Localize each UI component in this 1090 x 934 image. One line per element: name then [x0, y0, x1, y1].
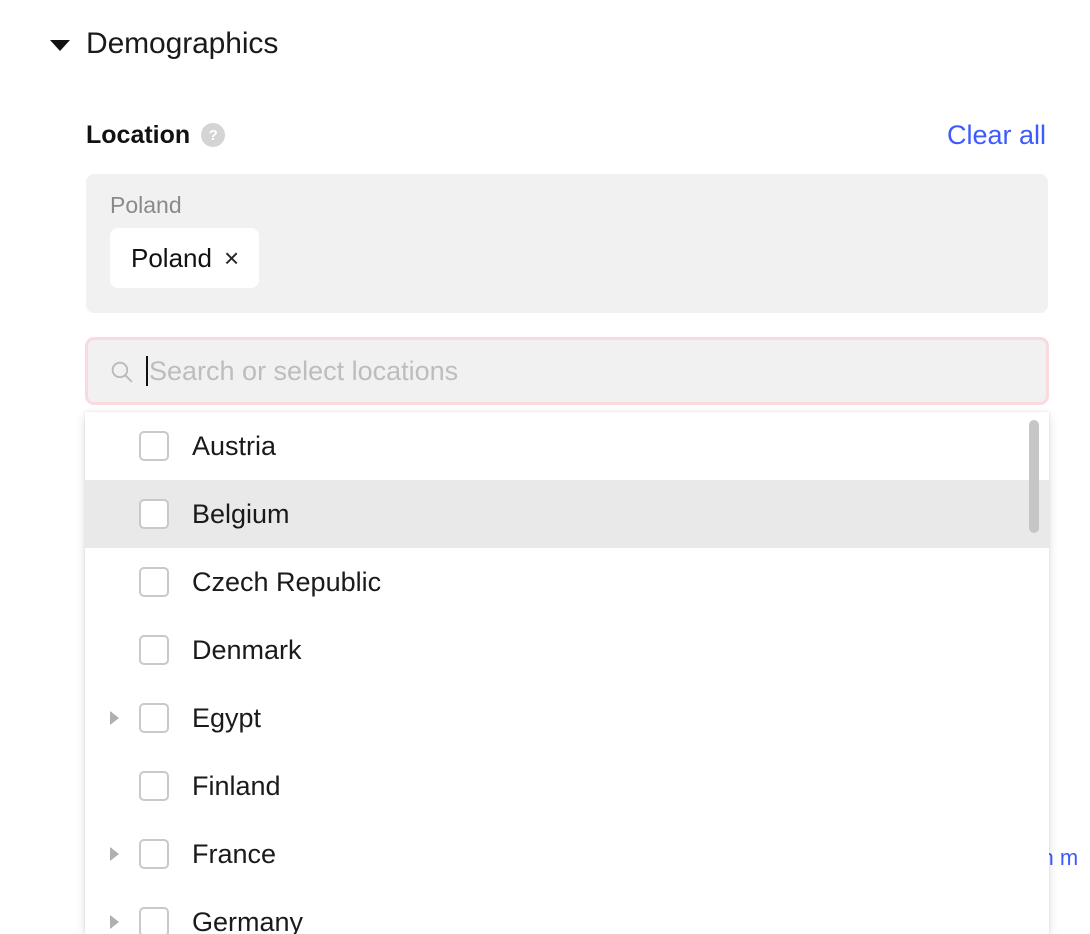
selected-chip-poland[interactable]: Poland × [110, 228, 259, 288]
location-field-header: Location ? Clear all [86, 118, 1046, 152]
list-item[interactable]: Finland [85, 752, 1049, 820]
checkbox[interactable] [139, 499, 169, 529]
close-icon[interactable]: × [224, 244, 239, 272]
expand-arrow-icon[interactable] [101, 711, 127, 725]
checkbox[interactable] [139, 907, 169, 934]
location-options-dropdown: Austria Belgium Czech Republic Denmark Egypt… [85, 412, 1049, 934]
list-item-label: Egypt [192, 702, 261, 734]
checkbox[interactable] [139, 839, 169, 869]
list-item-label: Czech Republic [192, 566, 381, 598]
expand-arrow-icon[interactable] [101, 915, 127, 929]
list-item-label: Denmark [192, 634, 302, 666]
search-placeholder: Search or select locations [149, 355, 458, 387]
checkbox[interactable] [139, 431, 169, 461]
list-item[interactable]: Czech Republic [85, 548, 1049, 616]
selected-locations-container: Poland Poland × [86, 174, 1048, 313]
checkbox[interactable] [139, 567, 169, 597]
page-title: Location [86, 120, 190, 150]
checkbox[interactable] [139, 771, 169, 801]
scrollbar-thumb[interactable] [1029, 420, 1039, 533]
help-circle-icon[interactable]: ? [201, 123, 225, 147]
clear-all-link[interactable]: Clear all [947, 119, 1046, 151]
list-item-label: France [192, 838, 276, 870]
list-item[interactable]: France [85, 820, 1049, 888]
list-item[interactable]: Austria [85, 412, 1049, 480]
checkbox[interactable] [139, 703, 169, 733]
list-item[interactable]: Egypt [85, 684, 1049, 752]
location-filter-panel: Demographics Location ? Clear all Poland… [0, 0, 1090, 934]
list-item-label: Germany [192, 906, 303, 934]
chip-label: Poland [131, 243, 212, 273]
location-search-input[interactable]: Search or select locations [85, 337, 1049, 405]
list-item-label: Finland [192, 770, 281, 802]
search-icon [109, 359, 134, 384]
caret-down-icon[interactable] [50, 40, 70, 51]
list-item-label: Belgium [192, 498, 290, 530]
expand-arrow-icon[interactable] [101, 847, 127, 861]
text-cursor [146, 356, 148, 386]
vertical-scrollbar[interactable] [1028, 412, 1040, 934]
location-option-list: Austria Belgium Czech Republic Denmark Egypt… [85, 412, 1049, 934]
chip-group-label: Poland [110, 191, 1024, 219]
list-item[interactable]: Germany [85, 888, 1049, 934]
demographics-section-header[interactable]: Demographics [50, 27, 278, 61]
section-title: Demographics [86, 27, 278, 61]
list-item[interactable]: Denmark [85, 616, 1049, 684]
list-item[interactable]: Belgium [85, 480, 1049, 548]
list-item-label: Austria [192, 430, 276, 462]
checkbox[interactable] [139, 635, 169, 665]
